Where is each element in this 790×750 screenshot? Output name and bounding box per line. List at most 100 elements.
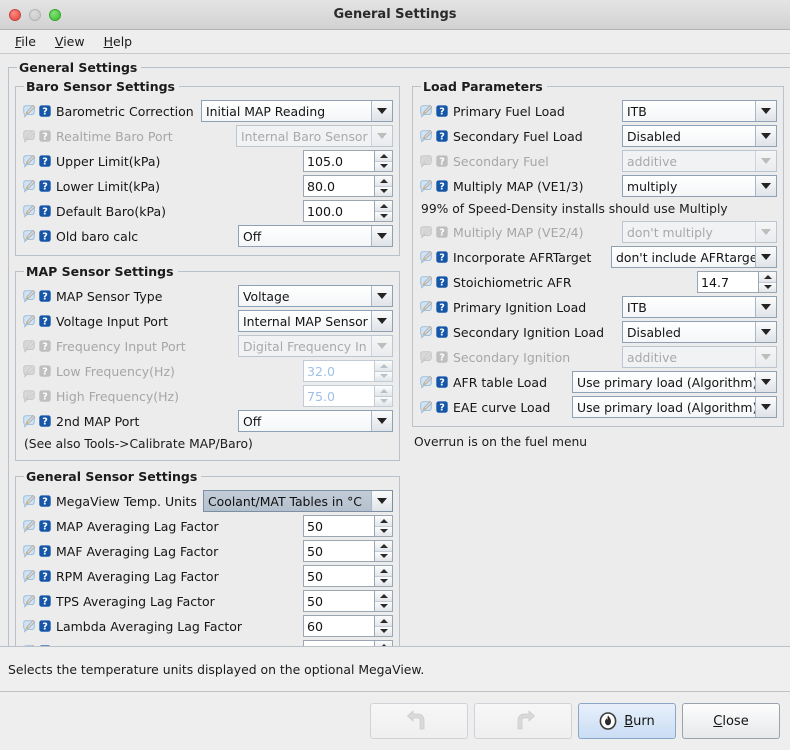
spinner-down-button[interactable] <box>375 626 392 636</box>
combo-multiply-map-ve1-3[interactable]: multiply <box>622 175 777 197</box>
setting-label: Multiply MAP (VE2/4) <box>453 224 584 240</box>
combo-eae-curve-load[interactable]: Use primary load (Algorithm) <box>572 396 777 418</box>
help-question-icon[interactable]: ? <box>38 229 52 243</box>
menu-file[interactable]: File <box>7 32 44 51</box>
help-question-icon[interactable]: ? <box>38 414 52 428</box>
chevron-down-icon[interactable] <box>371 226 392 246</box>
combo-primary-fuel-load[interactable]: ITB <box>622 100 777 122</box>
help-question-icon[interactable]: ? <box>38 129 52 143</box>
spinner-maf-averaging-lag-factor[interactable]: 50 <box>303 540 393 562</box>
spinner-up-button[interactable] <box>375 616 392 627</box>
help-question-icon[interactable]: ? <box>435 154 449 168</box>
chevron-down-icon[interactable] <box>371 286 392 306</box>
spinner-map-averaging-lag-factor[interactable]: 50 <box>303 515 393 537</box>
combo-primary-ignition-load[interactable]: ITB <box>622 296 777 318</box>
spinner-default-baro-kpa[interactable]: 100.0 <box>303 200 393 222</box>
combo-megaview-temp-units[interactable]: Coolant/MAT Tables in °C <box>203 490 393 512</box>
combo-2nd-map-port[interactable]: Off <box>238 410 393 432</box>
spinner-tps-averaging-lag-factor[interactable]: 50 <box>303 590 393 612</box>
spinner-value[interactable]: 105.0 <box>303 150 374 172</box>
menu-help[interactable]: Help <box>96 32 141 51</box>
spinner-up-button[interactable] <box>375 591 392 602</box>
help-question-icon[interactable]: ? <box>38 339 52 353</box>
chevron-down-icon[interactable] <box>755 176 776 196</box>
chevron-down-icon[interactable] <box>755 297 776 317</box>
chevron-down-icon[interactable] <box>371 411 392 431</box>
chevron-down-icon[interactable] <box>371 491 392 511</box>
help-question-icon[interactable]: ? <box>38 389 52 403</box>
chevron-down-icon[interactable] <box>371 311 392 331</box>
combo-old-baro-calc[interactable]: Off <box>238 225 393 247</box>
help-question-icon[interactable]: ? <box>38 104 52 118</box>
help-question-icon[interactable]: ? <box>435 300 449 314</box>
spinner-down-button[interactable] <box>375 161 392 171</box>
help-question-icon[interactable]: ? <box>38 519 52 533</box>
spinner-down-button[interactable] <box>375 211 392 221</box>
combo-afr-table-load[interactable]: Use primary load (Algorithm) <box>572 371 777 393</box>
help-question-icon[interactable]: ? <box>38 544 52 558</box>
combo-secondary-ignition-load[interactable]: Disabled <box>622 321 777 343</box>
spinner-down-button[interactable] <box>375 526 392 536</box>
spinner-lower-limit-kpa[interactable]: 80.0 <box>303 175 393 197</box>
spinner-stoichiometric-afr[interactable]: 14.7 <box>697 271 777 293</box>
spinner-value[interactable]: 14.7 <box>697 271 758 293</box>
spinner-down-button[interactable] <box>375 576 392 586</box>
chevron-down-icon[interactable] <box>755 322 776 342</box>
spinner-down-button[interactable] <box>759 282 776 292</box>
spinner-value[interactable]: 50 <box>303 590 374 612</box>
combo-voltage-input-port[interactable]: Internal MAP Sensor <box>238 310 393 332</box>
help-question-icon[interactable]: ? <box>435 325 449 339</box>
help-question-icon[interactable]: ? <box>38 314 52 328</box>
spinner-up-button[interactable] <box>375 151 392 162</box>
help-question-icon[interactable]: ? <box>38 619 52 633</box>
spinner-up-button[interactable] <box>375 201 392 212</box>
help-question-icon[interactable]: ? <box>435 129 449 143</box>
spinner-up-button[interactable] <box>375 566 392 577</box>
help-question-icon[interactable]: ? <box>435 275 449 289</box>
help-question-icon[interactable]: ? <box>38 204 52 218</box>
spinner-value[interactable]: 100.0 <box>303 200 374 222</box>
combo-map-sensor-type[interactable]: Voltage <box>238 285 393 307</box>
spinner-upper-limit-kpa[interactable]: 105.0 <box>303 150 393 172</box>
spinner-rpm-averaging-lag-factor[interactable]: 50 <box>303 565 393 587</box>
burn-button[interactable]: Burn <box>578 703 676 739</box>
spinner-down-button[interactable] <box>375 601 392 611</box>
spinner-lambda-averaging-lag-factor[interactable]: 60 <box>303 615 393 637</box>
chevron-down-icon[interactable] <box>755 101 776 121</box>
help-question-icon[interactable]: ? <box>435 104 449 118</box>
spinner-down-button[interactable] <box>375 551 392 561</box>
chevron-down-icon[interactable] <box>371 101 392 121</box>
menu-view[interactable]: View <box>47 32 93 51</box>
chevron-down-icon[interactable] <box>755 372 776 392</box>
combo-secondary-fuel-load[interactable]: Disabled <box>622 125 777 147</box>
help-question-icon[interactable]: ? <box>38 594 52 608</box>
combo-barometric-correction[interactable]: Initial MAP Reading <box>201 100 393 122</box>
help-question-icon[interactable]: ? <box>435 400 449 414</box>
close-button[interactable]: Close <box>682 703 780 739</box>
spinner-value[interactable]: 50 <box>303 565 374 587</box>
chevron-down-icon[interactable] <box>755 126 776 146</box>
help-question-icon[interactable]: ? <box>435 179 449 193</box>
spinner-value[interactable]: 50 <box>303 540 374 562</box>
spinner-value[interactable]: 60 <box>303 615 374 637</box>
help-question-icon[interactable]: ? <box>38 569 52 583</box>
spinner-up-button[interactable] <box>375 176 392 187</box>
help-question-icon[interactable]: ? <box>435 350 449 364</box>
help-question-icon[interactable]: ? <box>38 364 52 378</box>
help-question-icon[interactable]: ? <box>435 225 449 239</box>
spinner-down-button[interactable] <box>375 186 392 196</box>
spinner-value[interactable]: 80.0 <box>303 175 374 197</box>
help-question-icon[interactable]: ? <box>38 179 52 193</box>
spinner-up-button[interactable] <box>375 516 392 527</box>
spinner-up-button[interactable] <box>375 541 392 552</box>
help-question-icon[interactable]: ? <box>38 289 52 303</box>
help-question-icon[interactable]: ? <box>38 154 52 168</box>
spinner-up-button[interactable] <box>759 272 776 283</box>
help-question-icon[interactable]: ? <box>38 494 52 508</box>
spinner-value[interactable]: 50 <box>303 515 374 537</box>
combo-incorporate-afrtarget[interactable]: don't include AFRtarget <box>611 246 777 268</box>
help-question-icon[interactable]: ? <box>435 375 449 389</box>
chevron-down-icon[interactable] <box>755 247 776 267</box>
help-question-icon[interactable]: ? <box>435 250 449 264</box>
chevron-down-icon[interactable] <box>755 397 776 417</box>
